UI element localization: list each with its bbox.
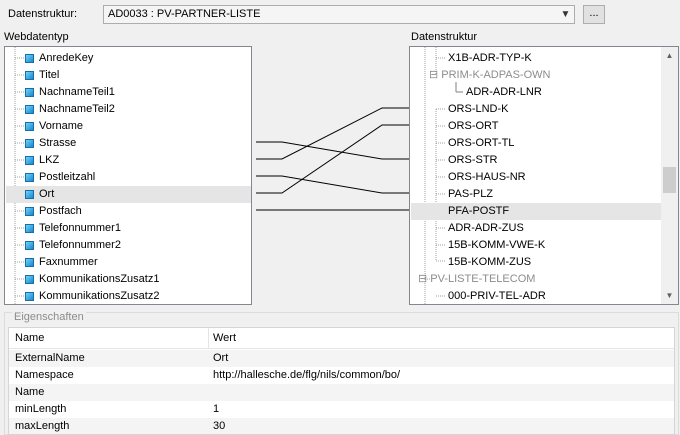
field-node-icon [25,155,34,165]
mapping-line-strasse [256,141,409,160]
property-row[interactable]: minLength 1 [9,401,674,418]
field-node-icon [25,240,34,250]
field-node-icon [25,104,34,114]
tree-item-adr-adr-zus[interactable]: ADR-ADR-ZUS [448,220,524,237]
tree-item-strasse[interactable]: Strasse [25,135,76,152]
mapping-line-lkz [256,107,409,160]
tree-item-000-priv-tel-adr[interactable]: 000-PRIV-TEL-ADR [448,288,546,304]
tree-item-ors-ort-tl[interactable]: ORS-ORT-TL [448,135,514,152]
vertical-scrollbar[interactable]: ▲ ▼ [661,47,678,304]
field-node-icon [25,206,34,216]
tree-group-pv-liste-telecom[interactable]: ⊟ PV-LISTE-TELECOM [418,271,535,288]
properties-grid[interactable]: Name Wert ExternalName Ort Namespace htt… [8,327,675,435]
field-node-icon [25,70,34,80]
property-name: maxLength [15,420,70,432]
field-node-icon [25,172,34,182]
field-node-icon [25,138,34,148]
tree-item-kommunikationszusatz1[interactable]: KommunikationsZusatz1 [25,271,159,288]
tree-item-titel[interactable]: Titel [25,67,59,84]
chevron-down-icon[interactable]: ▼ [557,6,574,23]
tree-item-adr-adr-lnr[interactable]: ADR-ADR-LNR [466,84,542,101]
tree-item-faxnummer[interactable]: Faxnummer [25,254,98,271]
collapse-icon[interactable]: ⊟ [418,273,427,285]
datenstruktur-tree[interactable]: X1B-ADR-TYP-K ⊟ PRIM-K-ADPAS-OWN ADR-ADR… [409,46,679,305]
properties-legend: Eigenschaften [12,311,86,323]
tree-item-postleitzahl[interactable]: Postleitzahl [25,169,95,186]
property-row[interactable]: ExternalName Ort [9,350,674,367]
property-row[interactable]: maxLength 30 [9,418,674,434]
tree-item-ort[interactable]: Ort [6,186,251,203]
tree-item-postfach[interactable]: Postfach [25,203,82,220]
datenstruktur-label: Datenstruktur: [8,8,78,20]
property-value: http://hallesche.de/flg/nils/common/bo/ [213,369,401,381]
tree-item-15b-komm-zus[interactable]: 15B-KOMM-ZUS [448,254,531,271]
tree-item-pas-plz[interactable]: PAS-PLZ [448,186,493,203]
field-node-icon [25,53,34,63]
combo-value: AD0033 : PV-PARTNER-LISTE [108,8,261,20]
tree-item-ors-haus-nr[interactable]: ORS-HAUS-NR [448,169,526,186]
column-header-name[interactable]: Name [15,332,44,344]
webdatentyp-title: Webdatentyp [4,31,69,43]
field-node-icon [25,223,34,233]
property-name: ExternalName [15,352,85,364]
field-node-icon [25,87,34,97]
tree-item-kommunikationszusatz2[interactable]: KommunikationsZusatz2 [25,288,159,304]
property-value: 30 [213,420,226,432]
datenstruktur-title: Datenstruktur [411,31,478,43]
browse-button[interactable]: ... [583,5,605,24]
property-name: Namespace [15,369,74,381]
tree-item-pfa-postf[interactable]: PFA-POSTF [411,203,661,220]
scroll-up-icon[interactable]: ▲ [661,47,678,64]
scrollbar-thumb[interactable] [663,167,676,193]
property-value: Ort [213,352,229,364]
grid-header: Name Wert [9,328,674,349]
property-name: Name [15,386,45,398]
column-divider[interactable] [208,328,209,348]
scroll-down-icon[interactable]: ▼ [661,287,678,304]
field-node-icon [25,189,34,199]
webdatentyp-tree[interactable]: AnredeKey Titel NachnameTeil1 NachnameTe… [4,46,252,305]
property-value: 1 [213,403,220,415]
tree-group-prim-k-adpas-own[interactable]: ⊟ PRIM-K-ADPAS-OWN [429,67,550,84]
tree-item-vorname[interactable]: Vorname [25,118,83,135]
tree-item-ors-lnd-k[interactable]: ORS-LND-K [448,101,509,118]
column-header-value[interactable]: Wert [213,332,236,344]
tree-item-ors-str[interactable]: ORS-STR [448,152,498,169]
tree-item-x1b-adr-typ-k[interactable]: X1B-ADR-TYP-K [448,50,532,67]
mapping-line-postleitzahl [256,175,409,194]
mapping-lines [256,107,409,211]
tree-item-anredekey[interactable]: AnredeKey [25,50,93,67]
field-node-icon [25,121,34,131]
tree-item-nachnameteil1[interactable]: NachnameTeil1 [25,84,115,101]
property-row[interactable]: Namespace http://hallesche.de/flg/nils/c… [9,367,674,384]
property-name: minLength [15,403,67,415]
field-node-icon [25,257,34,267]
tree-item-ors-ort[interactable]: ORS-ORT [448,118,499,135]
datenstruktur-combo[interactable]: AD0033 : PV-PARTNER-LISTE ▼ [103,5,575,24]
tree-item-telefonnummer1[interactable]: Telefonnummer1 [25,220,121,237]
tree-item-15b-komm-vwe-k[interactable]: 15B-KOMM-VWE-K [448,237,545,254]
property-row[interactable]: Name [9,384,674,401]
tree-item-nachnameteil2[interactable]: NachnameTeil2 [25,101,115,118]
tree-item-lkz[interactable]: LKZ [25,152,59,169]
field-node-icon [25,291,34,301]
field-node-icon [25,274,34,284]
tree-item-telefonnummer2[interactable]: Telefonnummer2 [25,237,121,254]
collapse-icon[interactable]: ⊟ [429,69,438,81]
